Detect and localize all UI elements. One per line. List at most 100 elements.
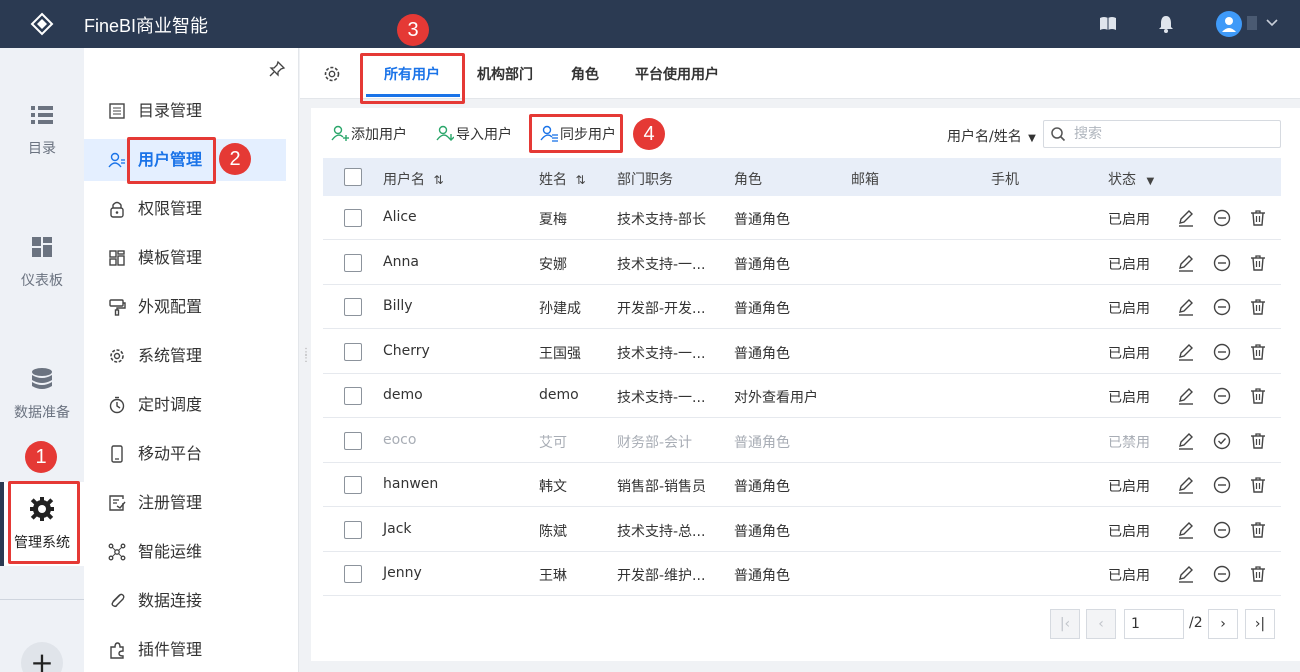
cell-username: Alice bbox=[383, 209, 417, 225]
cell-status: 已启用 bbox=[1108, 523, 1150, 540]
table-row[interactable]: demo demo 技术支持-一... 对外查看用户 已启用 bbox=[323, 374, 1281, 418]
search-input[interactable] bbox=[1074, 124, 1274, 144]
row-checkbox[interactable] bbox=[344, 298, 362, 316]
disable-icon[interactable] bbox=[1212, 342, 1232, 362]
sidebar-item-system[interactable]: 系统管理 bbox=[84, 335, 286, 377]
disable-icon[interactable] bbox=[1212, 564, 1232, 584]
table-row[interactable]: Alice 夏梅 技术支持-部长 普通角色 已启用 bbox=[323, 196, 1281, 240]
delete-icon[interactable] bbox=[1248, 208, 1268, 228]
row-checkbox[interactable] bbox=[344, 431, 362, 450]
delete-icon[interactable] bbox=[1248, 564, 1268, 584]
sidebar-item-catalog[interactable]: 目录管理 bbox=[84, 90, 286, 132]
delete-icon[interactable] bbox=[1248, 520, 1268, 540]
annotation-highlight-admin bbox=[8, 481, 80, 564]
table-row[interactable]: Billy 孙建成 开发部-开发... 普通角色 已启用 bbox=[323, 285, 1281, 329]
search-box[interactable] bbox=[1043, 120, 1281, 148]
sidebar-item-data-connection[interactable]: 数据连接 bbox=[84, 580, 286, 622]
add-user-button[interactable]: 添加用户 bbox=[331, 124, 407, 144]
edit-icon[interactable] bbox=[1176, 297, 1196, 317]
row-checkbox[interactable] bbox=[344, 387, 362, 405]
sidebar-item-appearance[interactable]: 外观配置 bbox=[84, 286, 286, 328]
row-checkbox[interactable] bbox=[344, 253, 362, 272]
sidebar-item-templates[interactable]: 模板管理 bbox=[84, 237, 286, 279]
database-icon bbox=[32, 368, 52, 389]
last-page-button[interactable]: ›| bbox=[1245, 609, 1275, 639]
table-row[interactable]: eoco 艾可 财务部-会计 普通角色 已禁用 bbox=[323, 419, 1281, 463]
rail-item-data-prep[interactable]: 数据准备 bbox=[0, 366, 84, 422]
row-checkbox[interactable] bbox=[344, 565, 362, 583]
table-row[interactable]: hanwen 韩文 销售部-销售员 普通角色 已启用 bbox=[323, 463, 1281, 507]
chevron-down-icon[interactable] bbox=[1264, 15, 1280, 31]
delete-icon[interactable] bbox=[1248, 431, 1268, 451]
catalog-icon bbox=[109, 103, 125, 119]
table-row[interactable]: Jenny 王琳 开发部-维护... 普通角色 已启用 bbox=[323, 552, 1281, 596]
rail-label: 仪表板 bbox=[21, 273, 63, 289]
sidebar-item-permissions[interactable]: 权限管理 bbox=[84, 188, 286, 230]
row-checkbox[interactable] bbox=[344, 476, 362, 494]
disable-icon[interactable] bbox=[1212, 475, 1232, 495]
delete-icon[interactable] bbox=[1248, 386, 1268, 406]
edit-icon[interactable] bbox=[1176, 208, 1196, 228]
select-all-checkbox[interactable] bbox=[344, 168, 362, 186]
column-header-role: 角色 bbox=[734, 172, 762, 188]
bell-icon[interactable] bbox=[1156, 14, 1176, 34]
avatar[interactable] bbox=[1216, 11, 1242, 37]
search-field-selector[interactable]: 用户名/姓名 ▼ bbox=[947, 126, 1036, 146]
column-header-status[interactable]: 状态 ▼ bbox=[1108, 169, 1154, 189]
sort-icon[interactable]: ⇅ bbox=[433, 173, 443, 187]
settings-icon bbox=[110, 349, 124, 363]
edit-icon[interactable] bbox=[1176, 431, 1196, 451]
book-icon[interactable] bbox=[1098, 14, 1118, 34]
sidebar-resize-handle[interactable]: ⋮ ⋮ bbox=[301, 348, 311, 368]
disable-icon[interactable] bbox=[1212, 208, 1232, 228]
table-row[interactable]: Jack 陈斌 技术支持-总... 普通角色 已启用 bbox=[323, 508, 1281, 552]
cell-name: demo bbox=[539, 387, 579, 403]
disable-icon[interactable] bbox=[1212, 297, 1232, 317]
edit-icon[interactable] bbox=[1176, 520, 1196, 540]
delete-icon[interactable] bbox=[1248, 475, 1268, 495]
disable-icon[interactable] bbox=[1212, 386, 1232, 406]
row-checkbox[interactable] bbox=[344, 520, 362, 539]
column-header-name[interactable]: 姓名 ⇅ bbox=[539, 169, 586, 189]
disable-icon[interactable] bbox=[1212, 253, 1232, 273]
sidebar-item-mobile[interactable]: 移动平台 bbox=[84, 433, 286, 475]
disable-icon[interactable] bbox=[1212, 520, 1232, 540]
rail-item-dashboard[interactable]: 仪表板 bbox=[0, 234, 84, 290]
cell-dept: 销售部-销售员 bbox=[617, 479, 707, 495]
rail-item-catalog[interactable]: 目录 bbox=[0, 102, 84, 158]
row-checkbox[interactable] bbox=[344, 342, 362, 361]
sidebar-item-schedule[interactable]: 定时调度 bbox=[84, 384, 286, 426]
annotation-badge-1: 1 bbox=[25, 441, 57, 473]
first-page-button[interactable]: |‹ bbox=[1050, 609, 1080, 639]
delete-icon[interactable] bbox=[1248, 297, 1268, 317]
tab-departments[interactable]: 机构部门 bbox=[477, 64, 533, 84]
row-checkbox[interactable] bbox=[344, 209, 362, 227]
edit-icon[interactable] bbox=[1176, 386, 1196, 406]
cell-status: 已启用 bbox=[1108, 301, 1150, 317]
table-row[interactable]: Anna 安娜 技术支持-一... 普通角色 已启用 bbox=[323, 241, 1281, 285]
add-button[interactable]: + bbox=[21, 642, 63, 672]
sidebar-item-smart-ops[interactable]: 智能运维 bbox=[84, 531, 286, 573]
import-user-button[interactable]: 导入用户 bbox=[436, 124, 512, 144]
tab-roles[interactable]: 角色 bbox=[571, 64, 599, 84]
prev-page-button[interactable]: ‹ bbox=[1086, 609, 1116, 639]
enable-icon[interactable] bbox=[1212, 431, 1232, 451]
delete-icon[interactable] bbox=[1248, 342, 1268, 362]
sidebar-item-plugins[interactable]: 插件管理 bbox=[84, 629, 286, 671]
settings-icon[interactable] bbox=[322, 64, 342, 84]
edit-icon[interactable] bbox=[1176, 342, 1196, 362]
pin-icon[interactable] bbox=[268, 60, 286, 78]
page-number-input[interactable]: 1 bbox=[1124, 609, 1184, 639]
edit-icon[interactable] bbox=[1176, 253, 1196, 273]
cell-role: 普通角色 bbox=[734, 256, 790, 273]
delete-icon[interactable] bbox=[1248, 253, 1268, 273]
sort-icon[interactable]: ⇅ bbox=[575, 173, 585, 187]
sidebar-item-registration[interactable]: 注册管理 bbox=[84, 482, 286, 524]
edit-icon[interactable] bbox=[1176, 475, 1196, 495]
next-page-button[interactable]: › bbox=[1208, 609, 1238, 639]
table-row[interactable]: Cherry 王国强 技术支持-一... 普通角色 已启用 bbox=[323, 330, 1281, 374]
column-header-username[interactable]: 用户名 ⇅ bbox=[383, 169, 444, 189]
tab-platform-users[interactable]: 平台使用用户 bbox=[635, 64, 719, 84]
lock-icon bbox=[110, 201, 124, 218]
edit-icon[interactable] bbox=[1176, 564, 1196, 584]
